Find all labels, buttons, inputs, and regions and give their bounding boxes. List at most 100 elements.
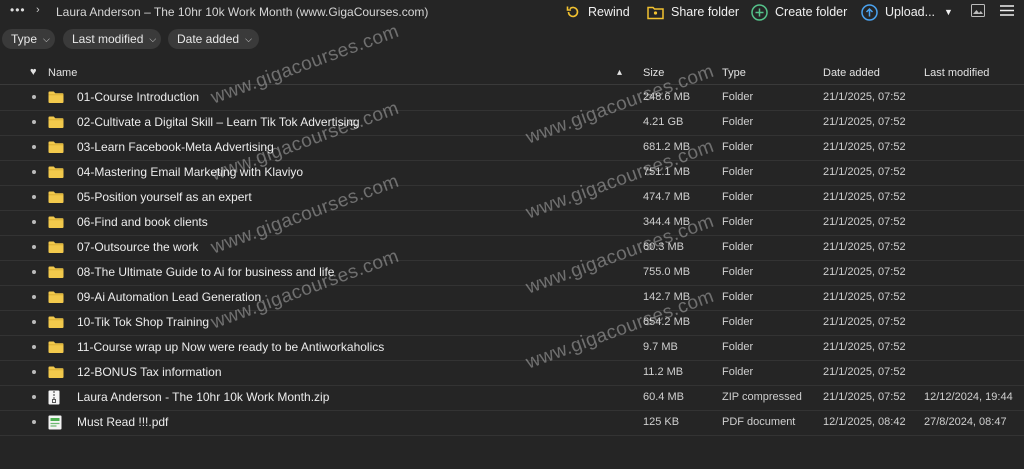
share-folder-icon (647, 6, 664, 19)
list-icon (1000, 5, 1014, 16)
row-name[interactable]: 12-BONUS Tax information (77, 365, 222, 379)
row-date-added: 21/1/2025, 07:52 (823, 91, 906, 103)
chevron-down-icon: ⌵ (149, 33, 157, 44)
table-row[interactable]: 09-Ai Automation Lead Generation 142.7 MB… (0, 285, 1024, 311)
list-view-button[interactable] (1000, 4, 1014, 20)
table-row[interactable]: 08-The Ultimate Guide to Ai for business… (0, 260, 1024, 286)
row-date-added: 21/1/2025, 07:52 (823, 166, 906, 178)
row-bullet (32, 195, 36, 199)
upload-label: Upload... (885, 5, 936, 19)
table-row[interactable]: 07-Outsource the work 60.3 MB Folder 21/1/2… (0, 235, 1024, 261)
breadcrumb-title[interactable]: Laura Anderson – The 10hr 10k Work Month… (56, 5, 428, 19)
folder-icon (48, 365, 64, 382)
row-type: Folder (722, 341, 754, 353)
row-date-added: 21/1/2025, 07:52 (823, 241, 906, 253)
row-name[interactable]: 10-Tik Tok Shop Training (77, 315, 209, 329)
row-name[interactable]: 11-Course wrap up Now were ready to be A… (77, 340, 384, 354)
table-row[interactable]: 04-Mastering Email Marketing with Klaviy… (0, 160, 1024, 186)
upload-button[interactable]: Upload... ▼ (861, 3, 953, 21)
table-row[interactable]: Laura Anderson - The 10hr 10k Work Month… (0, 385, 1024, 411)
row-name[interactable]: 06-Find and book clients (77, 215, 208, 229)
row-name[interactable]: Must Read !!!.pdf (77, 415, 168, 429)
row-date-added: 21/1/2025, 07:52 (823, 291, 906, 303)
folder-icon (48, 90, 64, 107)
row-size: 654.2 MB (643, 316, 691, 328)
breadcrumb-chevron-icon: › (36, 4, 40, 16)
row-name[interactable]: 04-Mastering Email Marketing with Klaviy… (77, 165, 303, 179)
row-type: Folder (722, 91, 754, 103)
rewind-button[interactable]: Rewind (565, 3, 630, 21)
row-bullet (32, 120, 36, 124)
thumbnail-view-button[interactable] (971, 4, 985, 20)
row-bullet (32, 145, 36, 149)
folder-icon (48, 240, 64, 257)
column-type[interactable]: Type (722, 67, 746, 79)
row-size: 4.21 GB (643, 116, 684, 128)
row-date-added: 21/1/2025, 07:52 (823, 116, 906, 128)
table-row[interactable]: 11-Course wrap up Now were ready to be A… (0, 335, 1024, 361)
row-size: 125 KB (643, 416, 680, 428)
column-size[interactable]: Size (643, 67, 664, 79)
row-type: ZIP compressed (722, 391, 802, 403)
row-bullet (32, 370, 36, 374)
row-name[interactable]: 09-Ai Automation Lead Generation (77, 290, 261, 304)
folder-icon (48, 340, 64, 357)
column-last-modified[interactable]: Last modified (924, 67, 989, 79)
top-bar: ••• › Laura Anderson – The 10hr 10k Work… (0, 0, 1024, 24)
row-type: Folder (722, 291, 754, 303)
row-size: 344.4 MB (643, 216, 691, 228)
create-folder-button[interactable]: Create folder (751, 3, 847, 21)
table-row[interactable]: 10-Tik Tok Shop Training 654.2 MB Folder 21… (0, 310, 1024, 336)
table-row[interactable]: 03-Learn Facebook-Meta Advertising 681.2 … (0, 135, 1024, 161)
column-header: ♥ Name ▴ Size Type Date added Last modif… (0, 62, 1024, 85)
row-name[interactable]: 07-Outsource the work (77, 240, 198, 254)
table-row[interactable]: 12-BONUS Tax information 11.2 MB Folder 21/… (0, 360, 1024, 386)
row-name[interactable]: 08-The Ultimate Guide to Ai for business… (77, 265, 334, 279)
column-name[interactable]: Name (48, 67, 77, 79)
row-date-added: 12/1/2025, 08:42 (823, 416, 906, 428)
pdf-file-icon (48, 415, 62, 433)
column-date-added[interactable]: Date added (823, 67, 880, 79)
folder-icon (48, 115, 64, 132)
row-type: Folder (722, 266, 754, 278)
chevron-down-icon[interactable]: ▼ (944, 7, 953, 17)
filter-date-added-label: Date added (177, 32, 240, 46)
sort-arrow-icon[interactable]: ▴ (617, 67, 622, 78)
row-date-added: 21/1/2025, 07:52 (823, 316, 906, 328)
row-type: PDF document (722, 416, 796, 428)
row-name[interactable]: 05-Position yourself as an expert (77, 190, 252, 204)
row-name[interactable]: Laura Anderson - The 10hr 10k Work Month… (77, 390, 329, 404)
favourite-heart-icon[interactable]: ♥ (30, 66, 37, 78)
row-date-added: 21/1/2025, 07:52 (823, 216, 906, 228)
row-last-modified: 12/12/2024, 19:44 (924, 391, 1013, 403)
row-date-added: 21/1/2025, 07:52 (823, 391, 906, 403)
row-date-added: 21/1/2025, 07:52 (823, 141, 906, 153)
row-size: 60.4 MB (643, 391, 684, 403)
table-row[interactable]: 01-Course Introduction 248.6 MB Folder 21/1… (0, 85, 1024, 111)
create-folder-label: Create folder (775, 5, 848, 19)
more-options-button[interactable]: ••• (10, 3, 26, 17)
folder-icon (48, 140, 64, 157)
table-row[interactable]: 05-Position yourself as an expert 474.7 M… (0, 185, 1024, 211)
zip-file-icon (48, 390, 60, 408)
row-bullet (32, 220, 36, 224)
filter-last-modified[interactable]: Last modified ⌵ (63, 29, 161, 49)
row-name[interactable]: 03-Learn Facebook-Meta Advertising (77, 140, 274, 154)
row-type: Folder (722, 241, 754, 253)
row-bullet (32, 245, 36, 249)
folder-icon (48, 190, 64, 207)
row-name[interactable]: 02-Cultivate a Digital Skill – Learn Tik… (77, 115, 360, 129)
folder-icon (48, 265, 64, 282)
share-folder-button[interactable]: Share folder (647, 3, 739, 21)
filter-date-added[interactable]: Date added ⌵ (168, 29, 259, 49)
filter-type[interactable]: Type ⌵ (2, 29, 55, 49)
row-size: 248.6 MB (643, 91, 691, 103)
row-date-added: 21/1/2025, 07:52 (823, 266, 906, 278)
row-name[interactable]: 01-Course Introduction (77, 90, 199, 104)
folder-icon (48, 315, 64, 332)
table-row[interactable]: 02-Cultivate a Digital Skill – Learn Tik… (0, 110, 1024, 136)
row-size: 11.2 MB (643, 366, 684, 378)
table-row[interactable]: 06-Find and book clients 344.4 MB Folder 21… (0, 210, 1024, 236)
row-bullet (32, 320, 36, 324)
table-row[interactable]: Must Read !!!.pdf 125 KB PDF document 12/1/… (0, 410, 1024, 436)
